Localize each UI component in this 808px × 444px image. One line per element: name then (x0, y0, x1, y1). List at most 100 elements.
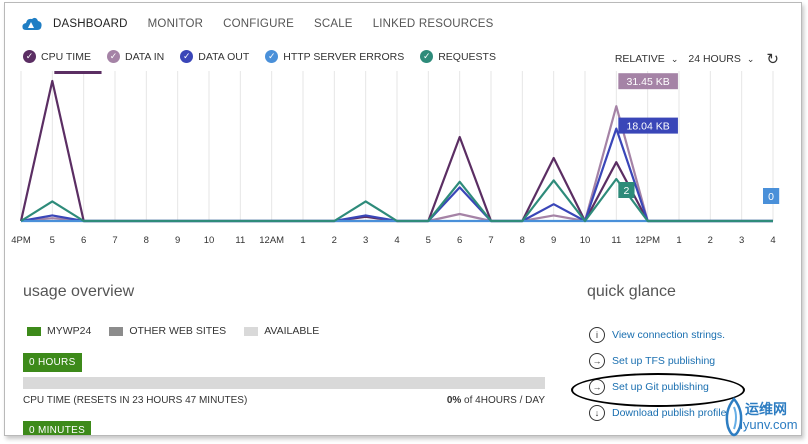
info-icon: i (589, 327, 605, 343)
arrow-down-icon: ↓ (589, 405, 605, 421)
usage-legend-item: AVAILABLE (244, 325, 319, 337)
cpu-usage-percent: 0% (446, 395, 462, 406)
usage-legend-label: MYWP24 (47, 325, 92, 337)
x-tick-label: 12PM (635, 235, 660, 246)
metric-toggle-cpu-time[interactable]: ✓ CPU TIME (23, 50, 91, 63)
chevron-down-icon[interactable]: ⌄ (671, 54, 679, 65)
metric-label: REQUESTS (438, 50, 496, 63)
cpu-usage-quota: of 4HOURS / DAY (464, 395, 545, 406)
x-tick-label: 4 (394, 235, 399, 246)
next-usage-badge: 0 MINUTES (23, 421, 92, 435)
x-tick-label: 10 (580, 235, 591, 246)
check-circle-icon: ✓ (180, 50, 194, 63)
usage-legend-item: OTHER WEB SITES (109, 325, 226, 337)
cpu-usage-label-group: CPU TIME (RESETS IN 23 HOURS 47 MINUTES) (23, 395, 247, 406)
tab-configure[interactable]: CONFIGURE (223, 18, 294, 30)
x-tick-label: 10 (204, 235, 215, 246)
data-label-text: 0 (768, 191, 774, 203)
x-tick-label: 1 (300, 235, 305, 246)
quick-link-tfs-publishing[interactable]: → Set up TFS publishing (589, 353, 715, 369)
chart-controls: RELATIVE ⌄ 24 HOURS ⌄ ↻ (615, 50, 779, 68)
check-circle-icon: ✓ (23, 50, 36, 63)
metrics-chart: 4PM 5 6 7 8 9 10 11 12AM 1 2 3 4 5 6 7 8 9 10 11 12PM 1 2 3 4 3.1… (11, 71, 780, 246)
check-circle-icon: ✓ (420, 50, 434, 63)
top-nav-tabs: DASHBOARD MONITOR CONFIGURE SCALE LINKED… (53, 18, 513, 30)
data-label: 3.11 s (54, 71, 102, 74)
x-tick-label: 5 (50, 235, 55, 246)
x-tick-label: 6 (457, 235, 462, 246)
x-tick-label: 3 (363, 235, 368, 246)
tab-monitor[interactable]: MONITOR (148, 18, 204, 30)
metric-label: DATA IN (124, 50, 165, 63)
data-label-text: 3.11 s (64, 71, 92, 73)
data-label: 31.45 KB (618, 73, 678, 90)
quick-link-label: View connection strings. (612, 329, 726, 341)
chevron-down-icon[interactable]: ⌄ (747, 54, 755, 65)
x-tick-label: 9 (551, 235, 556, 246)
metric-toggle-data-in[interactable]: ✓ DATA IN (106, 50, 165, 63)
refresh-icon[interactable]: ↻ (766, 50, 779, 68)
cpu-usage-quota-group: 0% of 4HOURS / DAY (447, 395, 545, 406)
cpu-usage-bar (23, 377, 545, 389)
metric-legend: ✓ CPU TIME ✓ DATA IN ✓ DATA OUT ✓ HTTP S… (23, 50, 512, 63)
metric-label: HTTP SERVER ERRORS (283, 50, 405, 63)
check-circle-icon: ✓ (106, 50, 120, 63)
azure-logo-icon (22, 17, 42, 30)
data-label-text: 18.04 KB (627, 121, 670, 133)
usage-overview-title: usage overview (23, 283, 135, 300)
legend-swatch (27, 326, 41, 336)
arrow-right-icon: → (589, 353, 605, 369)
range-dropdown[interactable]: 24 HOURS (688, 53, 741, 65)
cpu-usage-label: CPU TIME (23, 395, 71, 406)
watermark-cn: 运维网 (745, 401, 787, 417)
x-tick-label: 4 (770, 235, 775, 246)
metric-label: CPU TIME (41, 50, 91, 63)
quick-glance-title: quick glance (587, 283, 676, 300)
metric-toggle-http-server-errors[interactable]: ✓ HTTP SERVER ERRORS (265, 50, 404, 63)
usage-legend: MYWP24 OTHER WEB SITES AVAILABLE (27, 325, 337, 337)
tab-dashboard[interactable]: DASHBOARD (53, 18, 128, 30)
cpu-usage-info: CPU TIME (RESETS IN 23 HOURS 47 MINUTES)… (23, 395, 545, 406)
x-tick-label: 1 (676, 235, 681, 246)
x-tick-label: 9 (175, 235, 180, 246)
x-tick-label: 7 (488, 235, 493, 246)
metric-label: DATA OUT (198, 50, 250, 63)
quick-link-label: Download publish profile (612, 407, 727, 419)
metric-toggle-requests[interactable]: ✓ REQUESTS (420, 50, 496, 63)
x-tick-label: 2 (332, 235, 337, 246)
legend-swatch (244, 326, 259, 336)
x-tick-label: 11 (235, 235, 245, 246)
watermark-en: iyunv.com (740, 417, 798, 432)
portal-window: DASHBOARD MONITOR CONFIGURE SCALE LINKED… (4, 2, 802, 436)
tab-linked-resources[interactable]: LINKED RESOURCES (373, 18, 494, 30)
x-tick-label: 2 (708, 235, 713, 246)
quick-link-download-profile[interactable]: ↓ Download publish profile (589, 405, 726, 421)
data-label-text: 2 (624, 185, 630, 197)
data-label-text: 31.45 KB (627, 76, 670, 88)
data-label: 18.04 KB (618, 117, 678, 134)
usage-legend-item: MYWP24 (27, 325, 91, 337)
x-tick-label: 6 (81, 235, 86, 246)
cpu-usage-badge: 0 HOURS (23, 353, 82, 372)
usage-legend-label: AVAILABLE (264, 325, 320, 337)
highlight-ellipse (571, 373, 745, 407)
data-label: 2 (618, 182, 635, 198)
x-tick-label: 11 (611, 235, 621, 246)
quick-link-label: Set up TFS publishing (612, 355, 716, 367)
x-tick-label: 8 (520, 235, 525, 246)
quick-link-connection-strings[interactable]: i View connection strings. (589, 327, 725, 343)
x-tick-label: 8 (144, 235, 149, 246)
tab-scale[interactable]: SCALE (314, 18, 353, 30)
x-tick-label: 4PM (11, 235, 31, 246)
x-tick-label: 5 (426, 235, 431, 246)
check-circle-icon: ✓ (265, 50, 279, 63)
x-tick-label: 12AM (259, 235, 284, 246)
x-tick-label: 7 (112, 235, 117, 246)
mode-dropdown[interactable]: RELATIVE (615, 53, 665, 65)
data-label: 0 (763, 188, 780, 204)
usage-legend-label: OTHER WEB SITES (129, 325, 227, 337)
cpu-usage-reset: (RESETS IN 23 HOURS 47 MINUTES) (73, 395, 248, 406)
metric-toggle-data-out[interactable]: ✓ DATA OUT (180, 50, 249, 63)
x-tick-label: 3 (739, 235, 744, 246)
legend-swatch (109, 326, 124, 336)
